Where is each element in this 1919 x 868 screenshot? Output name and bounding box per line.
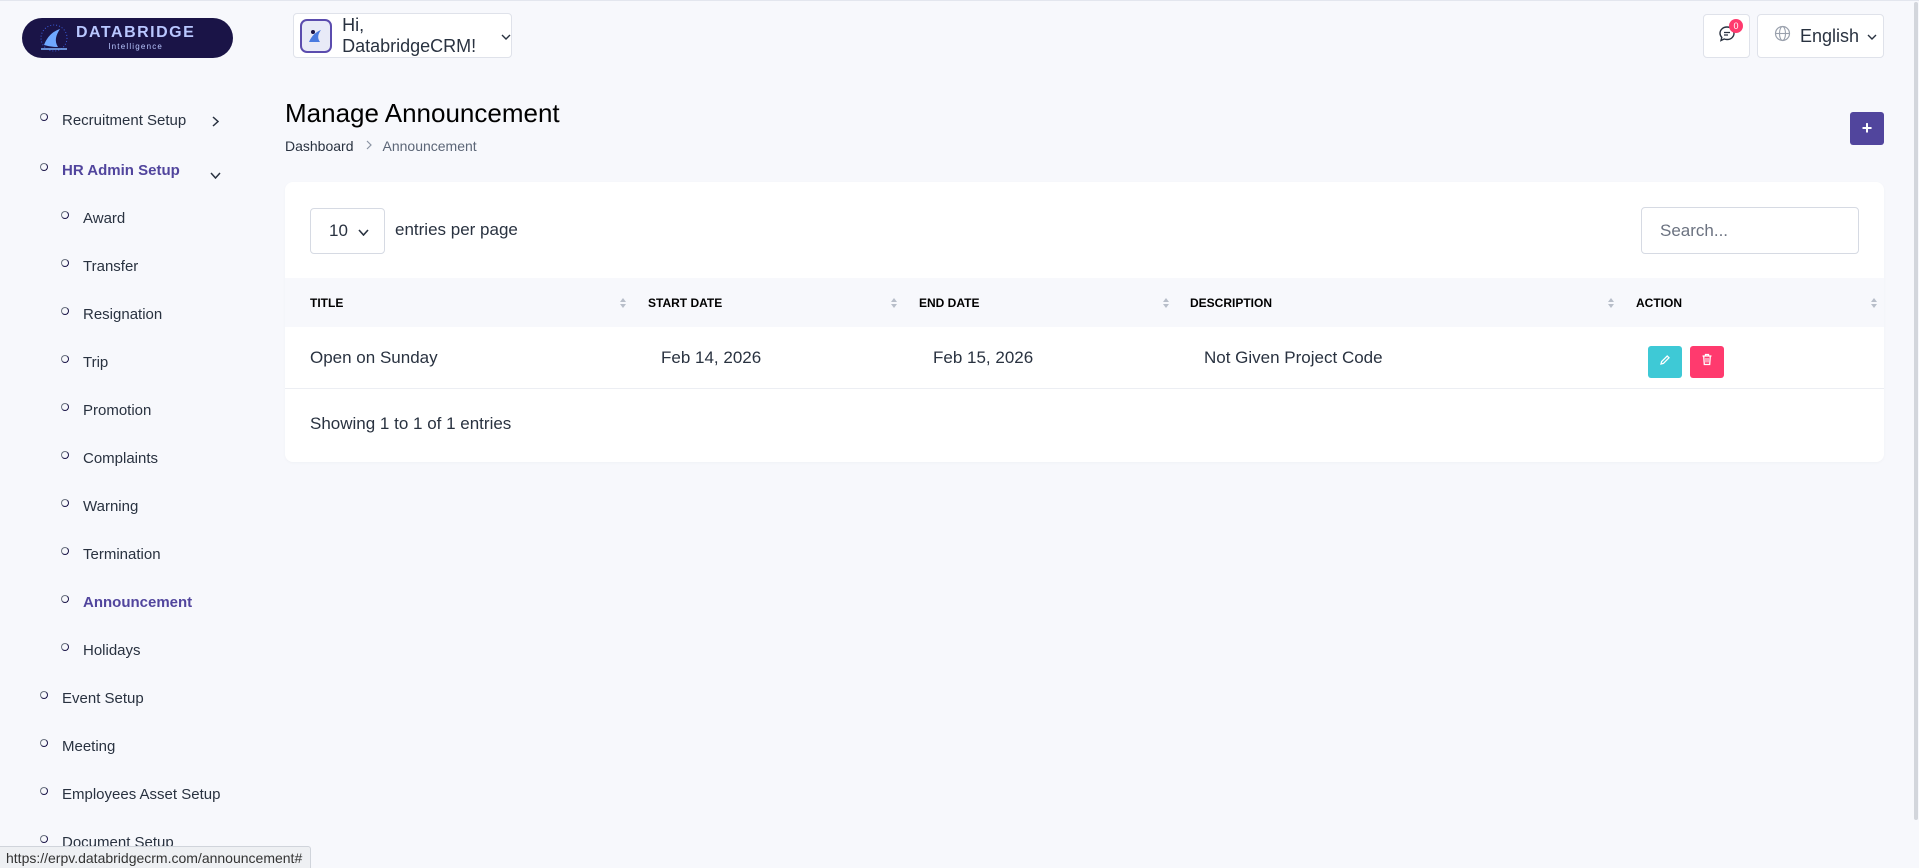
column-header-title[interactable]: TITLE: [310, 278, 343, 327]
logo-icon: [38, 23, 70, 53]
chevron-down-icon: [501, 27, 511, 45]
sidebar-item-label: Transfer: [83, 257, 139, 275]
delete-button[interactable]: [1690, 346, 1724, 378]
sidebar-item-label: Trip: [83, 353, 109, 371]
per-page-value: 10: [329, 221, 348, 240]
sidebar-item-promotion[interactable]: Promotion: [61, 398, 151, 422]
column-header-start-date[interactable]: START DATE: [648, 278, 722, 327]
chevron-down-icon: [358, 221, 369, 241]
top-border: [0, 0, 1919, 1]
sidebar-item-holidays[interactable]: Holidays: [61, 638, 141, 662]
logo-subtitle: Intelligence: [108, 42, 164, 51]
avatar: [300, 18, 333, 53]
sidebar-item-warning[interactable]: Warning: [61, 494, 138, 518]
search-input[interactable]: [1641, 207, 1859, 254]
sidebar-item-label: Recruitment Setup: [62, 111, 187, 129]
bullet-icon: [40, 835, 48, 843]
chevron-down-icon[interactable]: [210, 166, 221, 184]
trash-icon: [1701, 353, 1713, 371]
sidebar-item-termination[interactable]: Termination: [61, 542, 161, 566]
bullet-icon: [40, 739, 48, 747]
bullet-icon: [61, 451, 69, 459]
breadcrumb-separator-icon: [366, 139, 372, 153]
sidebar-item-event-setup[interactable]: Event Setup: [40, 686, 144, 710]
sidebar-item-announcement[interactable]: Announcement: [61, 590, 192, 614]
sidebar-item-award[interactable]: Award: [61, 206, 125, 230]
sort-icon[interactable]: [1870, 295, 1878, 311]
sidebar-item-label: Meeting: [62, 737, 116, 755]
bullet-icon: [61, 259, 69, 267]
sort-icon[interactable]: [619, 295, 627, 311]
entries-per-page-select[interactable]: 10: [310, 208, 385, 254]
column-header-end-date[interactable]: END DATE: [919, 278, 979, 327]
bullet-icon: [61, 643, 69, 651]
bullet-icon: [40, 787, 48, 795]
sidebar-item-employees-asset-setup[interactable]: Employees Asset Setup: [40, 782, 220, 806]
pencil-icon: [1659, 353, 1671, 371]
status-bar-url: https://erpv.databridgecrm.com/announcem…: [0, 846, 312, 868]
bullet-icon: [40, 163, 48, 171]
sidebar-item-label: Complaints: [83, 449, 159, 467]
chevron-down-icon: [1867, 27, 1877, 45]
sidebar-item-recruitment-setup[interactable]: Recruitment Setup: [40, 108, 186, 132]
cell-title: Open on Sunday: [310, 347, 438, 367]
sidebar-item-label: Promotion: [83, 401, 152, 419]
bullet-icon: [61, 355, 69, 363]
cell-description: Not Given Project Code: [1204, 347, 1383, 367]
breadcrumb: Dashboard Announcement: [285, 138, 477, 154]
bullet-icon: [40, 691, 48, 699]
sidebar-item-label: HR Admin Setup: [62, 161, 180, 179]
sidebar-item-label: Event Setup: [62, 689, 144, 707]
sidebar-item-label: Announcement: [83, 593, 193, 611]
column-header-action[interactable]: ACTION: [1636, 278, 1682, 327]
sort-icon[interactable]: [1607, 295, 1615, 311]
scrollbar-thumb[interactable]: [1914, 2, 1918, 820]
logo-title: DATABRIDGE: [76, 24, 196, 41]
bullet-icon: [40, 113, 48, 121]
sidebar-item-label: Warning: [83, 497, 139, 515]
globe-icon: [1774, 25, 1791, 47]
sidebar-item-resignation[interactable]: Resignation: [61, 302, 162, 326]
sidebar-item-label: Resignation: [83, 305, 163, 323]
sidebar-item-hr-admin-setup[interactable]: HR Admin Setup: [40, 158, 180, 182]
page-title: Manage Announcement: [285, 98, 560, 128]
sidebar-item-trip[interactable]: Trip: [61, 350, 108, 374]
table-row: Open on Sunday Feb 14, 2026 Feb 15, 2026…: [285, 327, 1884, 389]
sort-icon[interactable]: [1162, 295, 1170, 311]
bullet-icon: [61, 595, 69, 603]
sidebar-item-label: Termination: [83, 545, 161, 563]
entries-per-page-label: entries per page: [395, 220, 518, 239]
sidebar-item-meeting[interactable]: Meeting: [40, 734, 115, 758]
notifications-button[interactable]: 0: [1703, 14, 1750, 58]
sidebar-item-complaints[interactable]: Complaints: [61, 446, 158, 470]
sidebar-item-label: Employees Asset Setup: [62, 785, 221, 803]
bullet-icon: [61, 211, 69, 219]
sidebar-item-label: Holidays: [83, 641, 141, 659]
company-logo[interactable]: DATABRIDGE Intelligence: [22, 18, 233, 58]
language-selector[interactable]: English: [1757, 14, 1884, 58]
logo-wordmark: DATABRIDGE Intelligence: [76, 25, 195, 51]
table-info: Showing 1 to 1 of 1 entries: [310, 414, 512, 433]
sidebar-item-label: Award: [83, 209, 126, 227]
add-announcement-button[interactable]: +: [1850, 112, 1884, 145]
sort-icon[interactable]: [890, 295, 898, 311]
announcement-table-card: 10 entries per page TITLE START DATE END…: [285, 182, 1884, 462]
breadcrumb-home-link[interactable]: Dashboard: [285, 138, 354, 154]
bullet-icon: [61, 403, 69, 411]
chevron-right-icon[interactable]: [212, 114, 220, 132]
bullet-icon: [61, 499, 69, 507]
cell-start-date: Feb 14, 2026: [661, 347, 762, 367]
column-header-description[interactable]: DESCRIPTION: [1190, 278, 1272, 327]
sidebar-item-transfer[interactable]: Transfer: [61, 254, 138, 278]
user-menu-button[interactable]: Hi, DatabridgeCRM!: [293, 13, 512, 58]
notification-count-badge: 0: [1729, 19, 1743, 33]
user-greeting: Hi, DatabridgeCRM!: [342, 14, 477, 56]
bullet-icon: [61, 307, 69, 315]
breadcrumb-current: Announcement: [382, 138, 477, 154]
table-header: TITLE START DATE END DATE DESCRIPTION AC…: [285, 278, 1884, 327]
cell-end-date: Feb 15, 2026: [933, 347, 1034, 367]
bullet-icon: [61, 547, 69, 555]
edit-button[interactable]: [1648, 346, 1682, 378]
language-label: English: [1800, 25, 1860, 46]
